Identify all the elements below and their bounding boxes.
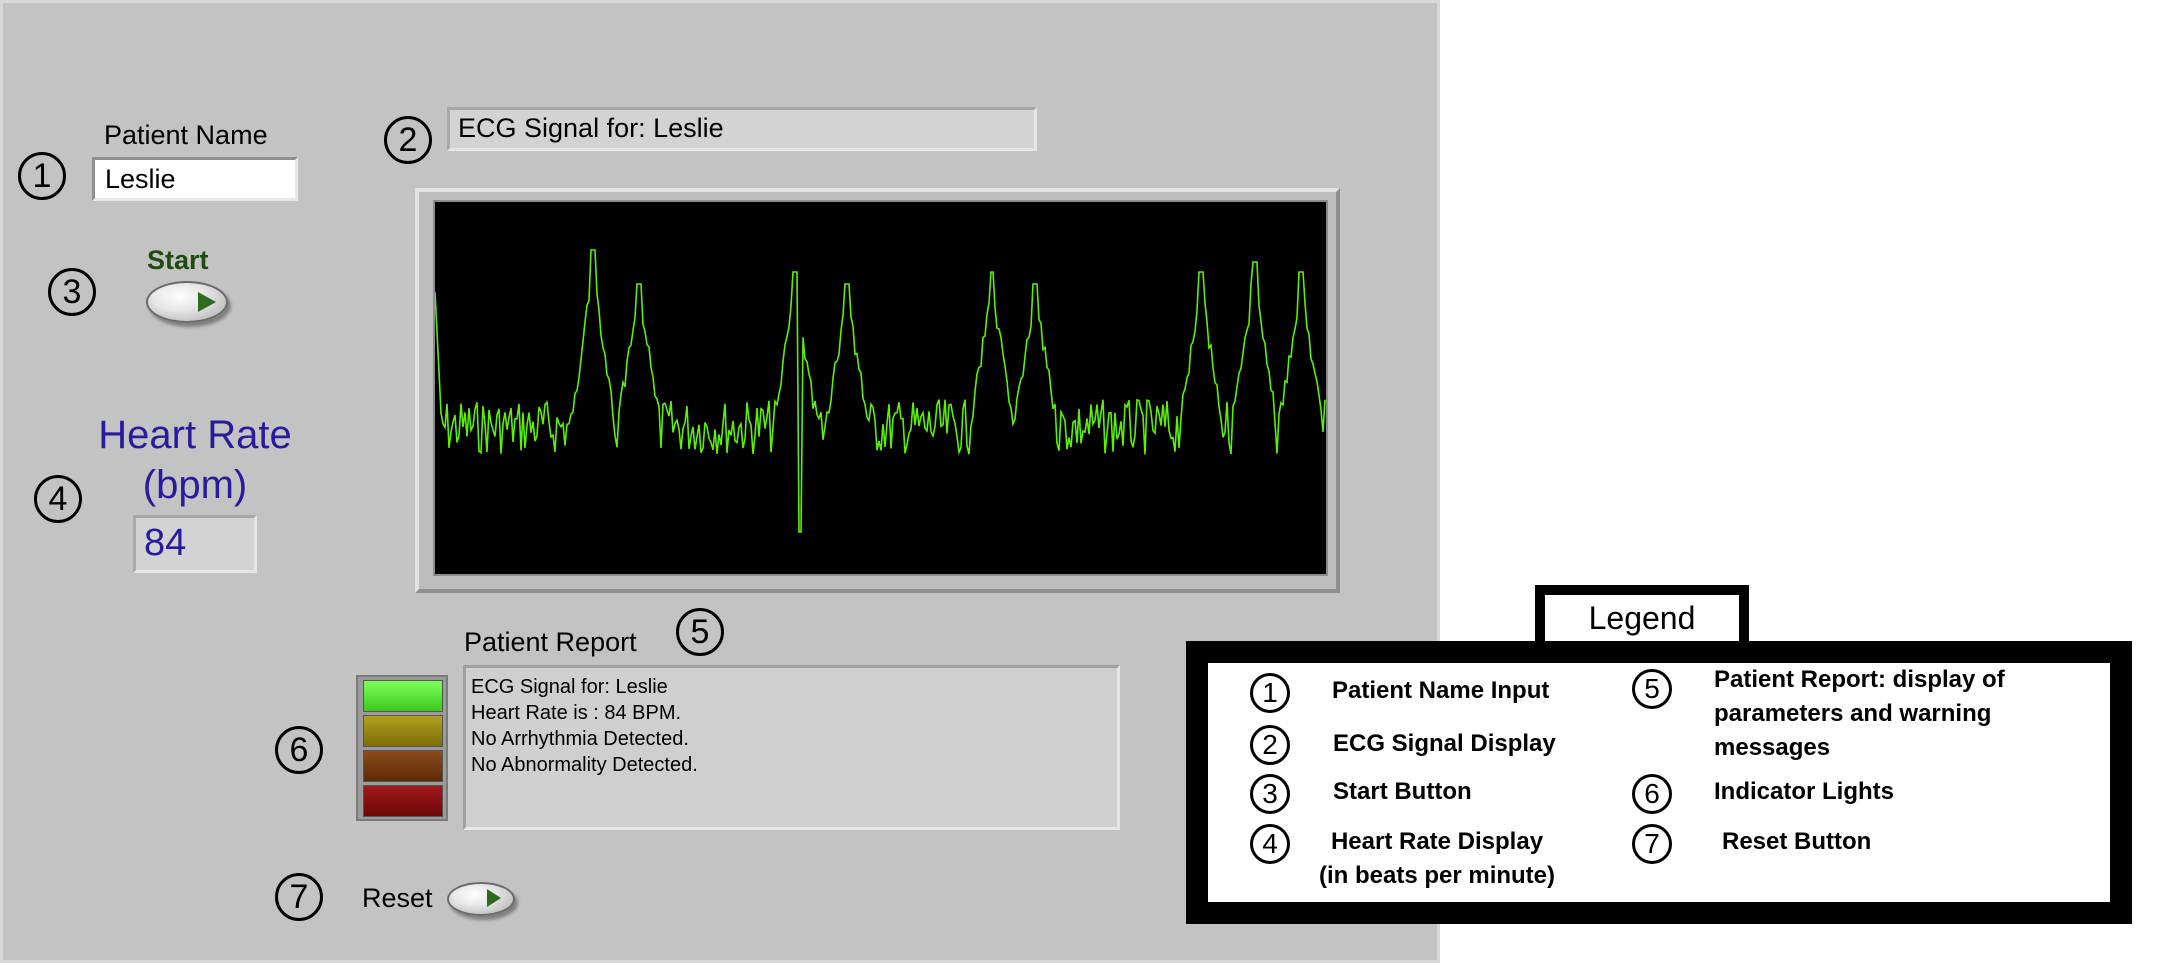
marker-3: 3 [48,268,96,316]
indicator-lights [356,675,448,821]
legend-item-5-line2: parameters and warning messages [1714,700,1992,761]
report-line: No Abnormality Detected. [471,754,698,776]
legend-title: Legend [1545,595,1739,641]
ecg-waveform-line [435,249,1326,533]
legend-item-7: Reset Button [1722,828,1872,855]
legend-item-1: Patient Name Input [1332,677,1550,704]
report-line: No Arrhythmia Detected. [471,728,689,750]
legend-marker-2: 2 [1250,725,1290,765]
heart-rate-label-line1: Heart Rate [98,413,292,457]
patient-report-label: Patient Report [464,627,637,657]
marker-7: 7 [275,873,323,921]
legend-item-5: Patient Report: display of parameters an… [1714,663,2110,765]
heart-rate-label-line2: (bpm) [142,463,248,507]
start-label: Start [147,245,209,275]
ecg-signal-title: ECG Signal for: Leslie [447,107,1037,151]
legend-item-4: Heart Rate Display (in beats per minute) [1312,825,1562,893]
indicator-light-red [363,785,443,817]
marker-2: 2 [384,116,432,164]
patient-name-input[interactable]: Leslie [92,157,298,201]
report-line: ECG Signal for: Leslie [471,676,668,698]
legend-item-2: ECG Signal Display [1333,730,1556,757]
legend-content: 1 Patient Name Input 2 ECG Signal Displa… [1208,663,2110,902]
indicator-light-orange [363,750,443,782]
legend-marker-6: 6 [1632,774,1672,814]
marker-1: 1 [18,152,66,200]
heart-rate-label: Heart Rate (bpm) [70,410,320,510]
patient-name-label: Patient Name [104,120,268,150]
legend-marker-4: 4 [1250,824,1290,864]
ecg-graph [433,200,1328,576]
heart-rate-display: 84 [133,515,257,573]
indicator-light-green [363,680,443,712]
legend-item-4-line1: Heart Rate Display [1330,828,1544,855]
reset-button[interactable] [447,882,515,916]
reset-label: Reset [362,883,433,913]
legend-item-5-line1: Patient Report: display of [1714,666,2005,693]
legend-marker-1: 1 [1250,673,1290,713]
start-button[interactable] [146,281,228,323]
legend-box: 1 Patient Name Input 2 ECG Signal Displa… [1186,641,2132,924]
marker-6: 6 [275,726,323,774]
legend-marker-7: 7 [1632,824,1672,864]
legend-item-4-line2: (in beats per minute) [1318,862,1556,889]
legend-marker-3: 3 [1250,774,1290,814]
report-line: Heart Rate is : 84 BPM. [471,702,682,724]
indicator-light-yellow [363,715,443,747]
legend-item-6: Indicator Lights [1714,778,1894,805]
play-icon [487,889,501,907]
ecg-trace [435,249,1326,533]
patient-report-display: ECG Signal for: Leslie Heart Rate is : 8… [463,665,1120,830]
play-icon [198,292,216,312]
legend-marker-5: 5 [1632,669,1672,709]
legend-item-3: Start Button [1333,778,1472,805]
marker-5: 5 [676,608,724,656]
